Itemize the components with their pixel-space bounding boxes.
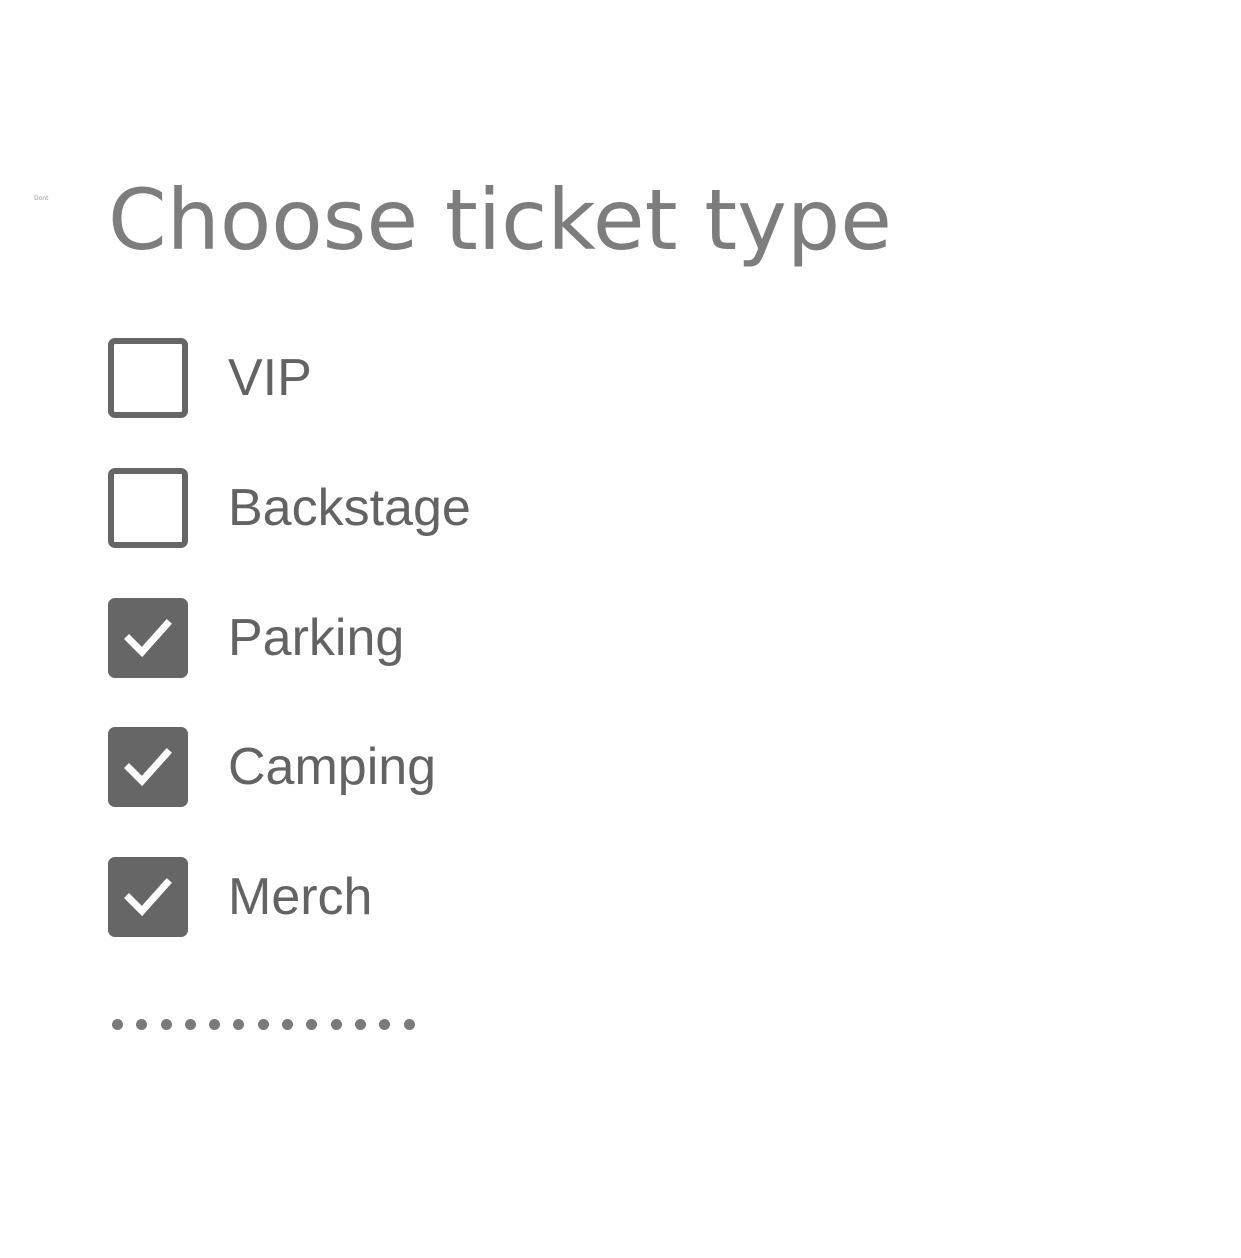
mask-dot xyxy=(354,1018,366,1030)
option-label: Camping xyxy=(228,738,437,796)
password-mask xyxy=(112,1016,428,1032)
option-label: Merch xyxy=(228,868,373,926)
checkbox-vip[interactable] xyxy=(108,338,188,418)
option-parking[interactable]: Parking xyxy=(108,598,404,678)
checkmark-icon xyxy=(124,878,172,917)
option-backstage[interactable]: Backstage xyxy=(108,468,471,548)
mask-dot xyxy=(112,1018,123,1030)
page-title: Choose ticket type xyxy=(108,171,892,269)
mask-dot xyxy=(403,1018,415,1030)
mask-dot xyxy=(184,1018,196,1030)
mask-dot xyxy=(233,1018,245,1030)
checkbox-merch[interactable] xyxy=(108,857,188,937)
mask-dot xyxy=(257,1018,269,1030)
option-merch[interactable]: Merch xyxy=(108,857,372,937)
checkbox-parking[interactable] xyxy=(108,598,188,678)
corner-note: Dont xyxy=(34,195,49,202)
mask-dot xyxy=(330,1018,342,1030)
option-label: VIP xyxy=(228,349,312,407)
option-camping[interactable]: Camping xyxy=(108,727,436,807)
option-label: Backstage xyxy=(228,479,471,537)
option-label: Parking xyxy=(228,609,405,667)
checkbox-camping[interactable] xyxy=(108,727,188,807)
mask-dot xyxy=(136,1018,148,1030)
checkmark-icon xyxy=(124,748,172,787)
mask-dot xyxy=(379,1018,391,1030)
checkmark-icon xyxy=(124,619,172,658)
mask-dot xyxy=(209,1018,221,1030)
option-vip[interactable]: VIP xyxy=(108,338,312,418)
mask-dot xyxy=(282,1018,294,1030)
mask-dot xyxy=(160,1018,172,1030)
mask-dot xyxy=(306,1018,318,1030)
checkbox-backstage[interactable] xyxy=(108,468,188,548)
